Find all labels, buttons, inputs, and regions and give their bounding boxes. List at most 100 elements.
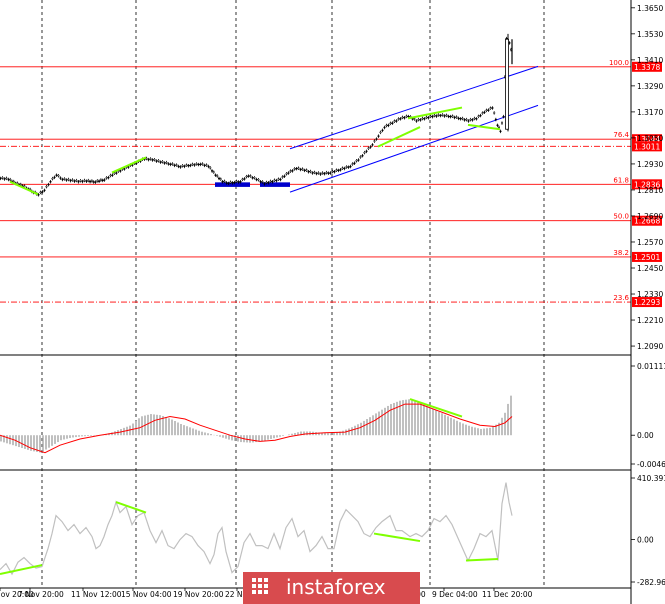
candle-body [83,179,86,182]
candle-body [351,163,354,165]
candle-body [315,172,318,175]
candle-body [219,178,222,180]
candle-body [96,180,99,182]
candle-body [259,181,262,183]
price-tick-label: 1.3410 [637,56,663,65]
candle-body [389,122,392,125]
candle-body [399,118,402,120]
candle-body [233,181,236,184]
macd-tick-label: -0.00462 [637,460,665,469]
candle-body [101,179,104,182]
candle-body [169,163,172,165]
candle-body [295,168,298,170]
candle-body [212,171,215,173]
candle-body [303,169,306,172]
candle-body [263,183,266,185]
candle-body [323,173,326,175]
candle-body [365,150,368,152]
candle-body [161,161,164,163]
candle-body [275,179,278,182]
candle-body [41,191,44,193]
candle-body [363,152,366,154]
candle-body [469,118,472,121]
time-tick-label: 19 Nov 20:00 [173,590,224,599]
candle-body [153,159,156,161]
price-tick-label: 1.3290 [637,82,663,91]
candle-body [429,115,432,117]
candle-body [333,171,336,173]
candle-body [489,107,492,109]
candle-body [341,167,344,169]
candle-body [251,177,254,179]
candle-body [343,167,346,170]
price-panel: 100.0 76.4 61.8 50.0 38.2 23.6 [0,33,631,303]
fibo-level-label: 76.4 [613,131,629,139]
watermark-text: instaforex [286,575,386,599]
candle-body [357,159,360,161]
candle-body [383,126,386,129]
candle-body [349,165,352,168]
candle-body [377,135,380,137]
candle-body [447,115,450,118]
candle-body [65,179,68,181]
price-tick-label: 1.2930 [637,160,663,169]
candle-body [337,169,340,172]
candle-body [105,177,108,179]
candle-body [73,180,76,182]
candle-body [355,160,358,162]
candle-body [347,166,350,168]
candle-body [339,169,342,171]
candle-body [299,168,302,171]
candle-body [435,115,438,117]
candle-body [149,158,152,160]
divergence-line [465,558,499,562]
candle-body [453,116,456,119]
candle-body [467,120,470,122]
candle-body [373,140,376,142]
cci-axis: 410.3914 0.00 -282.9641 [631,474,665,587]
candle-body [79,180,82,182]
candle-body [385,124,388,127]
candle-body [7,178,10,181]
candle-body [165,161,168,164]
candle-body [427,117,430,119]
price-axis: 1.33781.30441.30111.28361.26681.25011.22… [631,4,663,351]
fibo-level-label: 100.0 [609,59,629,67]
candle-body [53,176,56,179]
candle-body [175,164,178,166]
candle-body [173,164,176,167]
candle-body [281,176,284,178]
candle-body [109,174,112,177]
candle-body [16,182,19,184]
candle-body [147,158,150,161]
candle-body [111,174,114,176]
candle-body [387,124,390,126]
candle-body [193,164,196,166]
candle-body [403,117,406,119]
candle-body [197,163,200,166]
candle-body [43,189,46,192]
candle-body [89,180,92,183]
candle-body [443,115,446,117]
candle-body [257,179,260,181]
candle-body [199,163,202,165]
candle-body [471,119,474,121]
candle-body [189,164,192,167]
instaforex-watermark: instaforex [243,572,420,604]
candle-body [77,181,80,183]
candle-body [407,116,410,118]
candle-body [98,180,101,182]
candle-body [271,181,274,183]
candle-body [187,165,190,167]
fibo-level-label: 61.8 [613,176,629,184]
candle-body [103,179,106,181]
candle-body [379,131,382,134]
candle-body [508,42,511,44]
candle-body [23,185,26,187]
candle-body [69,179,72,182]
candle-body [223,180,226,183]
candle-body [255,178,258,181]
candle-body [505,38,509,130]
candle-body [325,171,328,174]
candle-body [317,172,320,174]
